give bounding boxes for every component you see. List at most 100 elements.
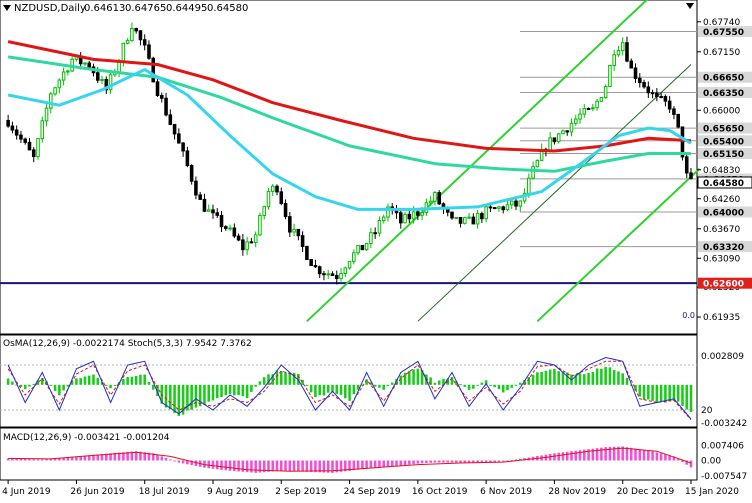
macd-bar — [36, 459, 40, 461]
macd-bar — [408, 460, 411, 465]
osma-bar — [463, 384, 467, 387]
macd-bar — [634, 448, 637, 461]
open-value: 0.64613 — [84, 3, 125, 14]
macd-bar — [450, 460, 454, 463]
time-tick-label: 2 Sep 2019 — [275, 487, 327, 497]
osma-bar — [288, 372, 292, 385]
price-tick-label: 0.66000 — [703, 106, 740, 116]
macd-bar — [373, 460, 377, 468]
osma-bar — [335, 384, 339, 394]
osma-bar — [28, 384, 31, 387]
osma-bar — [378, 384, 381, 388]
candle-body — [381, 216, 386, 221]
candle-body — [471, 216, 476, 225]
macd-bar — [173, 460, 176, 462]
time-tick-label: 20 Dec 2019 — [617, 487, 675, 497]
macd-title: MACD(12,26,9) -0.003421 -0.001204 — [3, 433, 170, 443]
osma-bar — [553, 368, 556, 385]
osma-bar — [412, 369, 415, 385]
macd-bar — [553, 453, 556, 461]
candle-body — [185, 150, 190, 166]
macd-bar — [271, 460, 275, 472]
candle-body — [514, 200, 518, 207]
price-tick-label: 0.63090 — [703, 254, 740, 264]
osma-bar — [75, 378, 78, 385]
time-tick-label: 26 Jun 2019 — [70, 487, 124, 497]
osma-bar — [326, 384, 330, 393]
macd-bar — [228, 460, 232, 471]
macd-bar — [416, 460, 420, 464]
candle-body — [612, 54, 616, 66]
macd-bar — [288, 460, 292, 472]
macd-bar — [459, 460, 462, 463]
macd-bar — [429, 460, 432, 463]
candle-body — [168, 114, 173, 125]
price-tick-label: 0.64260 — [703, 195, 740, 205]
chart-background — [0, 0, 752, 499]
osma-bar — [659, 384, 663, 402]
candle-body — [155, 81, 160, 97]
osma-bar — [113, 384, 117, 386]
candle-body — [147, 44, 151, 59]
candle-body — [463, 217, 467, 224]
candle-body — [224, 226, 228, 229]
osma-bar — [501, 384, 505, 393]
candle-body — [202, 198, 207, 212]
candle-body — [416, 211, 420, 216]
macd-bar — [160, 456, 164, 461]
candle-body — [330, 273, 335, 276]
osma-bar — [237, 384, 240, 396]
macd-bar — [395, 460, 398, 466]
time-tick-label: 9 Aug 2019 — [207, 487, 259, 497]
osma-bar — [583, 374, 586, 385]
osma-bar — [23, 384, 27, 390]
price-level-tag-label: 0.66350 — [703, 89, 744, 99]
candle-body — [27, 141, 32, 151]
close-value: 0.64580 — [207, 3, 248, 14]
candle-body — [556, 133, 561, 143]
candle-body — [573, 118, 578, 124]
candle-body — [125, 39, 130, 44]
candle-body — [582, 108, 587, 115]
candle-body — [552, 137, 557, 143]
candle-body — [369, 232, 373, 244]
macd-bar — [365, 460, 368, 469]
candle-body — [87, 62, 92, 68]
macd-bar — [211, 460, 215, 469]
macd-bar — [215, 460, 219, 470]
candle-body — [219, 214, 224, 228]
candle-body — [23, 138, 27, 143]
candle-body — [360, 244, 365, 251]
macd-bar — [181, 460, 185, 464]
candle-body — [36, 138, 40, 158]
macd-bar — [425, 460, 428, 464]
osma-bar — [284, 372, 287, 385]
price-level-tag-label: 0.65650 — [703, 125, 744, 135]
candle-body — [689, 172, 693, 179]
osma-bar — [544, 370, 548, 385]
chart-window: 0.67740 0.67150 0.66000 0.64830 0.64260 0.636… — [0, 0, 752, 499]
candle-body — [53, 87, 57, 95]
osma-bar — [437, 380, 441, 385]
candle-body — [198, 194, 202, 200]
osma-bar — [651, 384, 654, 401]
candle-body — [339, 273, 343, 280]
osma-bar — [373, 384, 377, 387]
macd-tick-label: 0.00 — [701, 457, 721, 467]
candle-body — [206, 209, 211, 212]
osma-bar — [32, 383, 36, 385]
candle-body — [663, 96, 668, 102]
osma-bar — [344, 384, 347, 399]
macd-bar — [382, 460, 385, 468]
candle-body — [309, 259, 313, 267]
osma-stoch-title: OsMA(12,26,9) -0.0022174 Stoch(5,3,3) 7.… — [3, 339, 252, 349]
candle-body — [138, 30, 143, 41]
osma-bar — [87, 375, 91, 385]
candle-body — [676, 113, 680, 128]
macd-bar — [629, 447, 633, 461]
candle-body — [130, 28, 134, 41]
candle-body — [480, 213, 484, 220]
macd-tick-label: -0.007547 — [701, 472, 747, 482]
osma-bar — [139, 374, 142, 385]
osma-bar — [390, 382, 394, 385]
